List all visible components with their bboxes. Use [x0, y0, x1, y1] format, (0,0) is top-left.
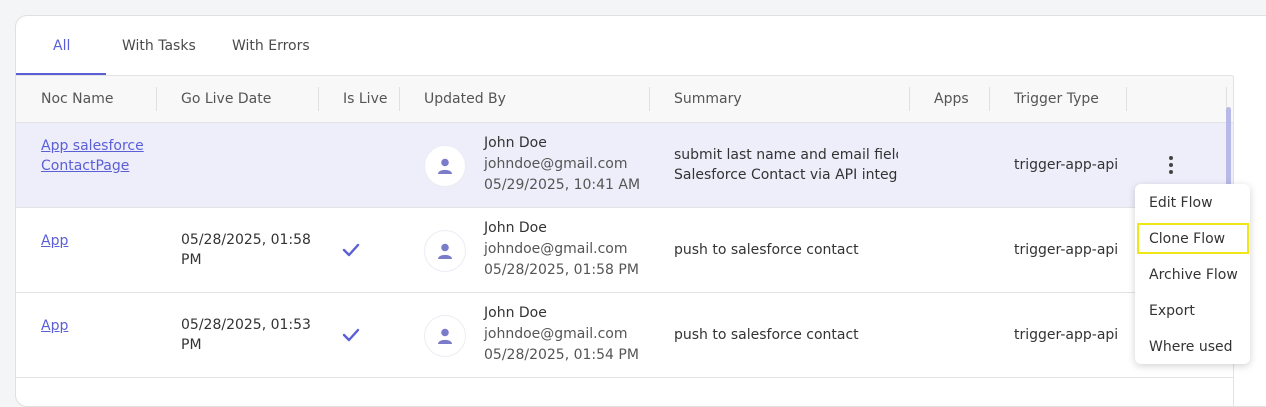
- noc-name-link[interactable]: App salesforce ContactPage: [41, 136, 144, 176]
- updated-timestamp: 05/28/2025, 01:58 PM: [484, 262, 639, 278]
- go-live-date-cell: 05/28/2025, 01:53 PM: [181, 317, 311, 353]
- highlight-box: [1137, 223, 1249, 254]
- check-icon: [342, 328, 360, 342]
- flows-table-card: All With Tasks With Errors Noc Name Go L…: [15, 15, 1266, 407]
- table-row[interactable]: App 05/28/2025, 01:53 PM John Doe johndoe…: [16, 293, 1233, 378]
- go-live-date-cell: 05/28/2025, 01:58 PM: [181, 232, 311, 268]
- tab-bar: All With Tasks With Errors: [16, 16, 1233, 76]
- column-divider[interactable]: [989, 87, 990, 111]
- column-header-updated-by[interactable]: Updated By: [424, 91, 506, 107]
- user-name: John Doe: [484, 135, 547, 151]
- trigger-type-cell: trigger-app-api: [1014, 242, 1119, 258]
- noc-name-cell: App: [41, 316, 68, 336]
- updated-by-cell: John Doe johndoe@gmail.com 05/28/2025, 0…: [484, 218, 639, 281]
- row-actions-menu: Edit Flow Clone Flow Archive Flow Export…: [1135, 184, 1250, 364]
- column-header-go-live-date[interactable]: Go Live Date: [181, 91, 271, 107]
- avatar: [424, 315, 466, 357]
- tab-all[interactable]: All: [53, 38, 70, 54]
- more-options-icon[interactable]: [1161, 153, 1181, 177]
- column-header-noc-name[interactable]: Noc Name: [41, 91, 114, 107]
- updated-timestamp: 05/29/2025, 10:41 AM: [484, 177, 641, 193]
- noc-name-link[interactable]: App: [41, 233, 68, 249]
- active-tab-indicator: [16, 73, 106, 75]
- summary-cell: push to salesforce contact: [674, 327, 859, 343]
- user-name: John Doe: [484, 220, 547, 236]
- user-email: johndoe@gmail.com: [484, 156, 628, 172]
- column-divider[interactable]: [649, 87, 650, 111]
- noc-name-cell: App salesforce ContactPage: [41, 136, 144, 176]
- user-name: John Doe: [484, 305, 547, 321]
- table-row[interactable]: App 05/28/2025, 01:58 PM John Doe johndoe…: [16, 208, 1233, 293]
- user-icon: [438, 243, 452, 259]
- menu-item-archive-flow[interactable]: Archive Flow: [1149, 267, 1238, 283]
- noc-name-cell: App: [41, 231, 68, 251]
- column-header-apps[interactable]: Apps: [934, 91, 969, 107]
- avatar: [424, 230, 466, 272]
- tab-with-errors[interactable]: With Errors: [232, 38, 310, 54]
- summary-cell: submit last name and email fields Salesfo…: [674, 147, 898, 183]
- column-divider[interactable]: [909, 87, 910, 111]
- column-header-trigger-type[interactable]: Trigger Type: [1014, 91, 1099, 107]
- check-icon: [342, 243, 360, 257]
- summary-cell: push to salesforce contact: [674, 242, 859, 258]
- updated-timestamp: 05/28/2025, 01:54 PM: [484, 347, 639, 363]
- menu-item-export[interactable]: Export: [1149, 303, 1195, 319]
- user-icon: [438, 328, 452, 344]
- menu-item-edit-flow[interactable]: Edit Flow: [1149, 195, 1213, 211]
- user-email: johndoe@gmail.com: [484, 241, 628, 257]
- column-divider[interactable]: [156, 87, 157, 111]
- trigger-type-cell: trigger-app-api: [1014, 327, 1119, 343]
- column-header-is-live[interactable]: Is Live: [343, 91, 387, 107]
- column-divider[interactable]: [1126, 87, 1127, 111]
- table-row[interactable]: App salesforce ContactPage John Doe johnd…: [16, 123, 1233, 208]
- column-divider[interactable]: [399, 87, 400, 111]
- noc-name-link[interactable]: App: [41, 318, 68, 334]
- user-email: johndoe@gmail.com: [484, 326, 628, 342]
- user-icon: [438, 158, 452, 174]
- column-divider[interactable]: [318, 87, 319, 111]
- avatar: [424, 145, 466, 187]
- column-header-summary[interactable]: Summary: [674, 91, 742, 107]
- menu-item-where-used[interactable]: Where used: [1149, 339, 1233, 355]
- updated-by-cell: John Doe johndoe@gmail.com 05/29/2025, 1…: [484, 133, 640, 196]
- trigger-type-cell: trigger-app-api: [1014, 157, 1119, 173]
- tab-with-tasks[interactable]: With Tasks: [122, 38, 196, 54]
- table-header: Noc Name Go Live Date Is Live Updated By…: [16, 76, 1233, 123]
- updated-by-cell: John Doe johndoe@gmail.com 05/28/2025, 0…: [484, 303, 639, 366]
